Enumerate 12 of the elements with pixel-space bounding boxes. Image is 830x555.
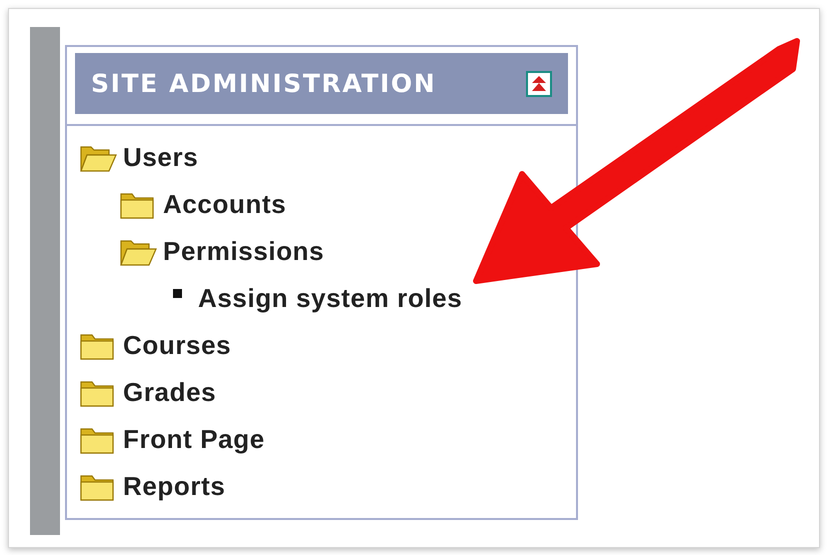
bullet-icon	[173, 289, 182, 298]
tree-item[interactable]: Courses	[123, 330, 232, 361]
block-title: SITE ADMINISTRATION	[91, 69, 436, 98]
tree-item[interactable]: Front Page	[123, 424, 265, 455]
collapse-button[interactable]	[526, 70, 552, 96]
double-up-arrow-icon	[531, 74, 547, 92]
tree-item[interactable]: Accounts	[163, 189, 286, 220]
tree-item[interactable]: Permissions	[163, 236, 324, 267]
tree-link[interactable]: Assign system roles	[198, 283, 462, 314]
tree-item[interactable]: Reports	[123, 471, 226, 502]
tree-item[interactable]: Users	[123, 142, 198, 173]
tree-item[interactable]: Grades	[123, 377, 216, 408]
